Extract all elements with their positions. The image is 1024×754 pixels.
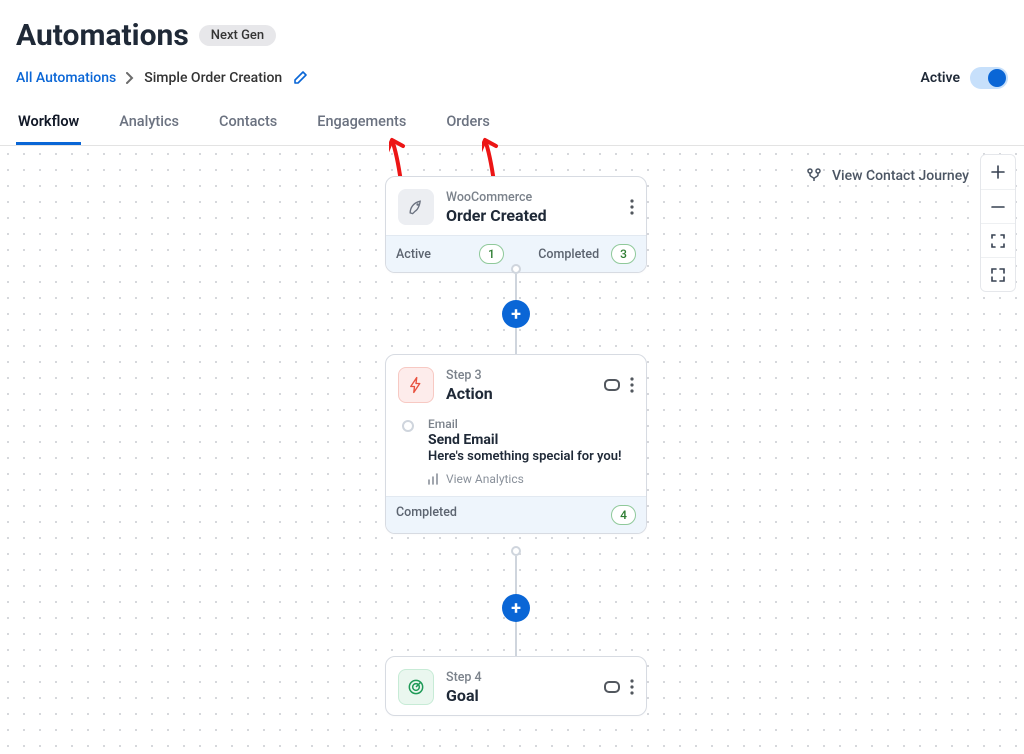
connector-dot bbox=[511, 264, 521, 274]
trigger-source: WooCommerce bbox=[446, 190, 547, 205]
more-icon[interactable] bbox=[630, 199, 634, 215]
tab-analytics[interactable]: Analytics bbox=[117, 107, 181, 145]
next-gen-badge: Next Gen bbox=[199, 25, 276, 46]
fit-screen-button[interactable] bbox=[981, 223, 1015, 257]
plus-icon bbox=[991, 165, 1005, 179]
trigger-active-label: Active bbox=[396, 247, 431, 262]
breadcrumb: All Automations Simple Order Creation bbox=[16, 70, 308, 86]
fullscreen-button[interactable] bbox=[981, 257, 1015, 291]
action-node[interactable]: Step 3 Action Email Send Email Here' bbox=[385, 354, 647, 534]
action-channel: Email bbox=[428, 417, 621, 431]
action-subject: Here's something special for you! bbox=[428, 449, 621, 464]
breadcrumb-current: Simple Order Creation bbox=[144, 70, 282, 86]
bolt-icon bbox=[398, 367, 434, 403]
rocket-icon bbox=[398, 189, 434, 225]
tab-engagements[interactable]: Engagements bbox=[315, 107, 408, 145]
trigger-completed-label: Completed bbox=[538, 247, 599, 262]
goal-title: Goal bbox=[446, 686, 482, 705]
chevron-right-icon bbox=[126, 72, 134, 84]
trigger-completed-count: 3 bbox=[611, 244, 636, 264]
add-step-button[interactable] bbox=[502, 300, 530, 328]
fit-icon bbox=[991, 234, 1005, 248]
canvas-controls bbox=[980, 154, 1016, 292]
connector-dot bbox=[511, 546, 521, 556]
page-title: Automations bbox=[16, 18, 189, 53]
edit-icon[interactable] bbox=[292, 70, 308, 86]
add-step-button[interactable] bbox=[502, 594, 530, 622]
active-toggle[interactable] bbox=[970, 67, 1008, 89]
action-completed-count: 4 bbox=[611, 505, 636, 525]
view-analytics-label: View Analytics bbox=[446, 472, 524, 486]
action-title: Action bbox=[446, 384, 493, 403]
tab-contacts[interactable]: Contacts bbox=[217, 107, 279, 145]
note-icon[interactable] bbox=[604, 379, 620, 391]
action-name: Send Email bbox=[428, 432, 621, 448]
more-icon[interactable] bbox=[630, 377, 634, 393]
minus-icon bbox=[991, 200, 1005, 214]
tab-workflow[interactable]: Workflow bbox=[16, 107, 81, 145]
note-icon[interactable] bbox=[604, 681, 620, 693]
trigger-title: Order Created bbox=[446, 206, 547, 225]
zoom-in-button[interactable] bbox=[981, 155, 1015, 189]
breadcrumb-root-link[interactable]: All Automations bbox=[16, 70, 116, 86]
trigger-node[interactable]: WooCommerce Order Created Active 1 Compl… bbox=[385, 176, 647, 273]
workflow-canvas[interactable]: View Contact Journey WooComme bbox=[0, 146, 1024, 754]
action-completed-label: Completed bbox=[396, 505, 457, 525]
subheader: All Automations Simple Order Creation Ac… bbox=[0, 59, 1024, 97]
page-header: Automations Next Gen bbox=[0, 0, 1024, 59]
action-step-label: Step 3 bbox=[446, 368, 493, 383]
tabs: Workflow Analytics Contacts Engagements … bbox=[0, 97, 1024, 146]
trigger-active-count: 1 bbox=[479, 244, 504, 264]
view-contact-journey-label: View Contact Journey bbox=[832, 168, 969, 184]
target-icon bbox=[398, 669, 434, 705]
view-analytics-link[interactable]: View Analytics bbox=[428, 472, 630, 486]
branch-icon bbox=[806, 168, 822, 184]
zoom-out-button[interactable] bbox=[981, 189, 1015, 223]
analytics-icon bbox=[428, 473, 440, 485]
expand-icon bbox=[991, 268, 1005, 282]
more-icon[interactable] bbox=[630, 679, 634, 695]
step-bullet bbox=[402, 420, 414, 432]
view-contact-journey-link[interactable]: View Contact Journey bbox=[806, 168, 969, 184]
goal-step-label: Step 4 bbox=[446, 670, 482, 685]
active-toggle-area: Active bbox=[921, 67, 1008, 89]
goal-node[interactable]: Step 4 Goal bbox=[385, 656, 647, 716]
active-label: Active bbox=[921, 70, 960, 86]
tab-orders[interactable]: Orders bbox=[444, 107, 492, 145]
